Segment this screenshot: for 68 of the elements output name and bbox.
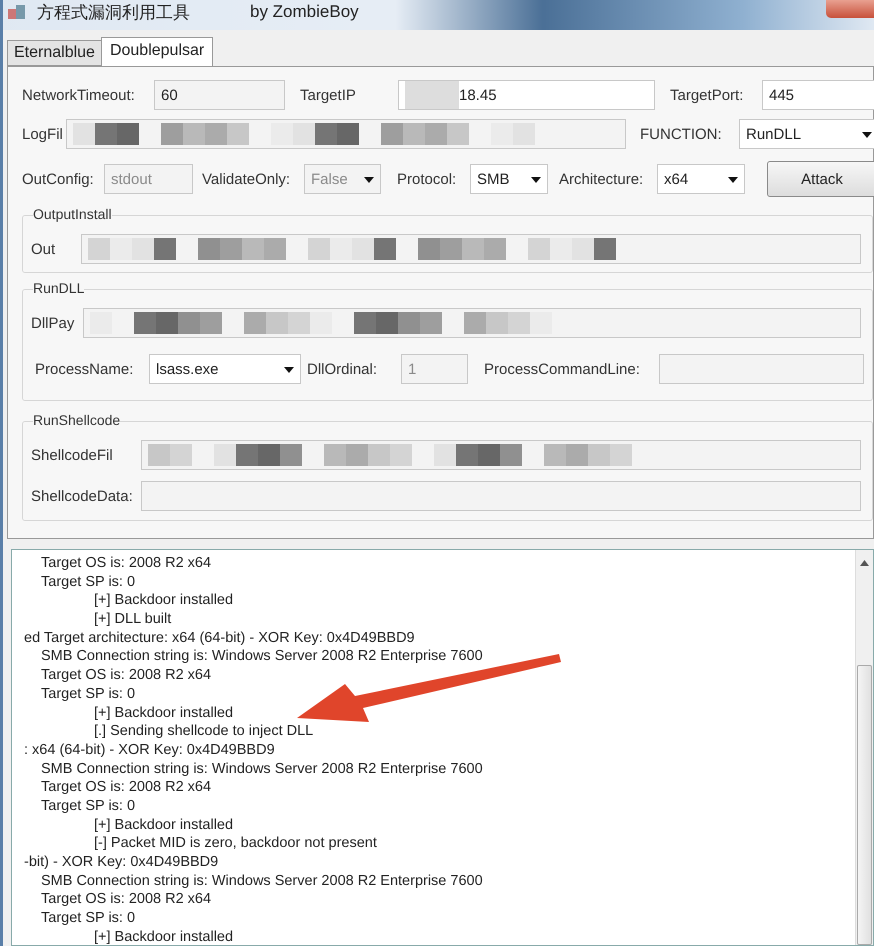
log-line: [+] DLL built — [93, 610, 172, 629]
group-title: RunShellcode — [33, 412, 120, 428]
log-line: Target SP is: 0 — [40, 572, 136, 592]
input-field[interactable] — [141, 481, 861, 511]
log-line: -bit) - XOR Key: 0x4D49BBD9 — [24, 853, 220, 872]
log-line: [+] Backdoor installed — [93, 928, 234, 945]
log-line: Target SP is: 0 — [40, 796, 136, 816]
log-line: : x64 (64-bit) - XOR Key: 0x4D49BBD9 — [24, 740, 276, 760]
field-label: NetworkTimeout: — [22, 86, 136, 104]
field-label: LogFil — [22, 126, 64, 142]
input-field[interactable] — [141, 440, 861, 470]
log-line: SMB Connection string is: Windows Server 2008 R2 Enterprise 7600 — [40, 872, 484, 890]
log-line: Target SP is: 0 — [40, 684, 136, 704]
field-label: ShellcodeFil — [31, 446, 114, 464]
input-field[interactable]: 445 — [762, 80, 874, 110]
attack-button[interactable]: Attack — [767, 161, 874, 197]
scrollbar[interactable] — [855, 550, 873, 945]
field-label: TargetIP — [300, 86, 357, 104]
field-label: ShellcodeData: — [31, 488, 134, 504]
dropdown[interactable]: RunDLL — [739, 119, 874, 149]
dropdown-caret-icon — [862, 132, 872, 138]
log-line: [-] Packet MID is zero, backdoor not present — [93, 834, 378, 853]
field-label: DllPay — [31, 314, 76, 332]
input-field[interactable] — [66, 119, 626, 149]
window-subtitle: by ZombieBoy — [250, 2, 359, 22]
input-field[interactable]: 18.45 — [398, 80, 655, 110]
log-line: Target OS is: 2008 R2 x64 — [40, 890, 212, 910]
field-label: Architecture: — [559, 170, 644, 188]
close-button[interactable] — [826, 0, 874, 18]
input-field[interactable]: 60 — [154, 80, 285, 110]
field-label: ProcessCommandLine: — [484, 360, 641, 378]
dropdown-caret-icon — [364, 177, 374, 183]
dropdown-caret-icon — [728, 177, 738, 183]
log-line: [+] Backdoor installed — [93, 704, 234, 722]
field-label: DllOrdinal: — [307, 360, 378, 378]
log-line: Target OS is: 2008 R2 x64 — [40, 554, 212, 573]
field-label: Protocol: — [397, 170, 458, 188]
scroll-up-icon — [860, 560, 869, 566]
dropdown[interactable]: SMB — [470, 164, 548, 194]
log-line: SMB Connection string is: Windows Server 2008 R2 Enterprise 7600 — [40, 647, 484, 666]
log-line: [.] Sending shellcode to inject DLL — [93, 722, 314, 741]
group-title: RunDLL — [33, 280, 84, 296]
app-icon — [7, 3, 27, 21]
field-label: Out — [31, 240, 56, 258]
field-label: OutConfig: — [22, 170, 95, 188]
tab[interactable]: Doublepulsar — [100, 37, 214, 66]
dropdown[interactable]: lsass.exe — [149, 354, 301, 384]
log-line: [+] Backdoor installed — [93, 816, 234, 834]
field-label: ProcessName: — [35, 360, 134, 378]
log-line: [+] Backdoor installed — [93, 591, 234, 610]
window-title: 方程式漏洞利用工具 — [37, 2, 190, 24]
group-title: OutputInstall — [33, 206, 112, 222]
log-line: SMB Connection string is: Windows Server 2008 R2 Enterprise 7600 — [40, 760, 484, 778]
scrollbar-thumb[interactable] — [857, 665, 872, 945]
dropdown[interactable]: x64 — [657, 164, 745, 194]
log-line: Target OS is: 2008 R2 x64 — [40, 778, 212, 797]
field-label: TargetPort: — [670, 86, 744, 104]
field-label: FUNCTION: — [640, 126, 723, 142]
log-line: Target SP is: 0 — [40, 909, 136, 928]
input-field[interactable] — [81, 234, 861, 264]
input-field[interactable] — [83, 308, 861, 338]
tab[interactable]: Eternalblue — [7, 40, 102, 66]
dropdown-caret-icon — [284, 367, 294, 373]
log-line: Target OS is: 2008 R2 x64 — [40, 666, 212, 685]
field-label: ValidateOnly: — [202, 170, 292, 188]
log-line: ed Target architecture: x64 (64-bit) - XOR Key: 0x4D49BBD9 — [24, 628, 416, 648]
input-field[interactable] — [659, 354, 864, 384]
dropdown-caret-icon — [531, 177, 541, 183]
